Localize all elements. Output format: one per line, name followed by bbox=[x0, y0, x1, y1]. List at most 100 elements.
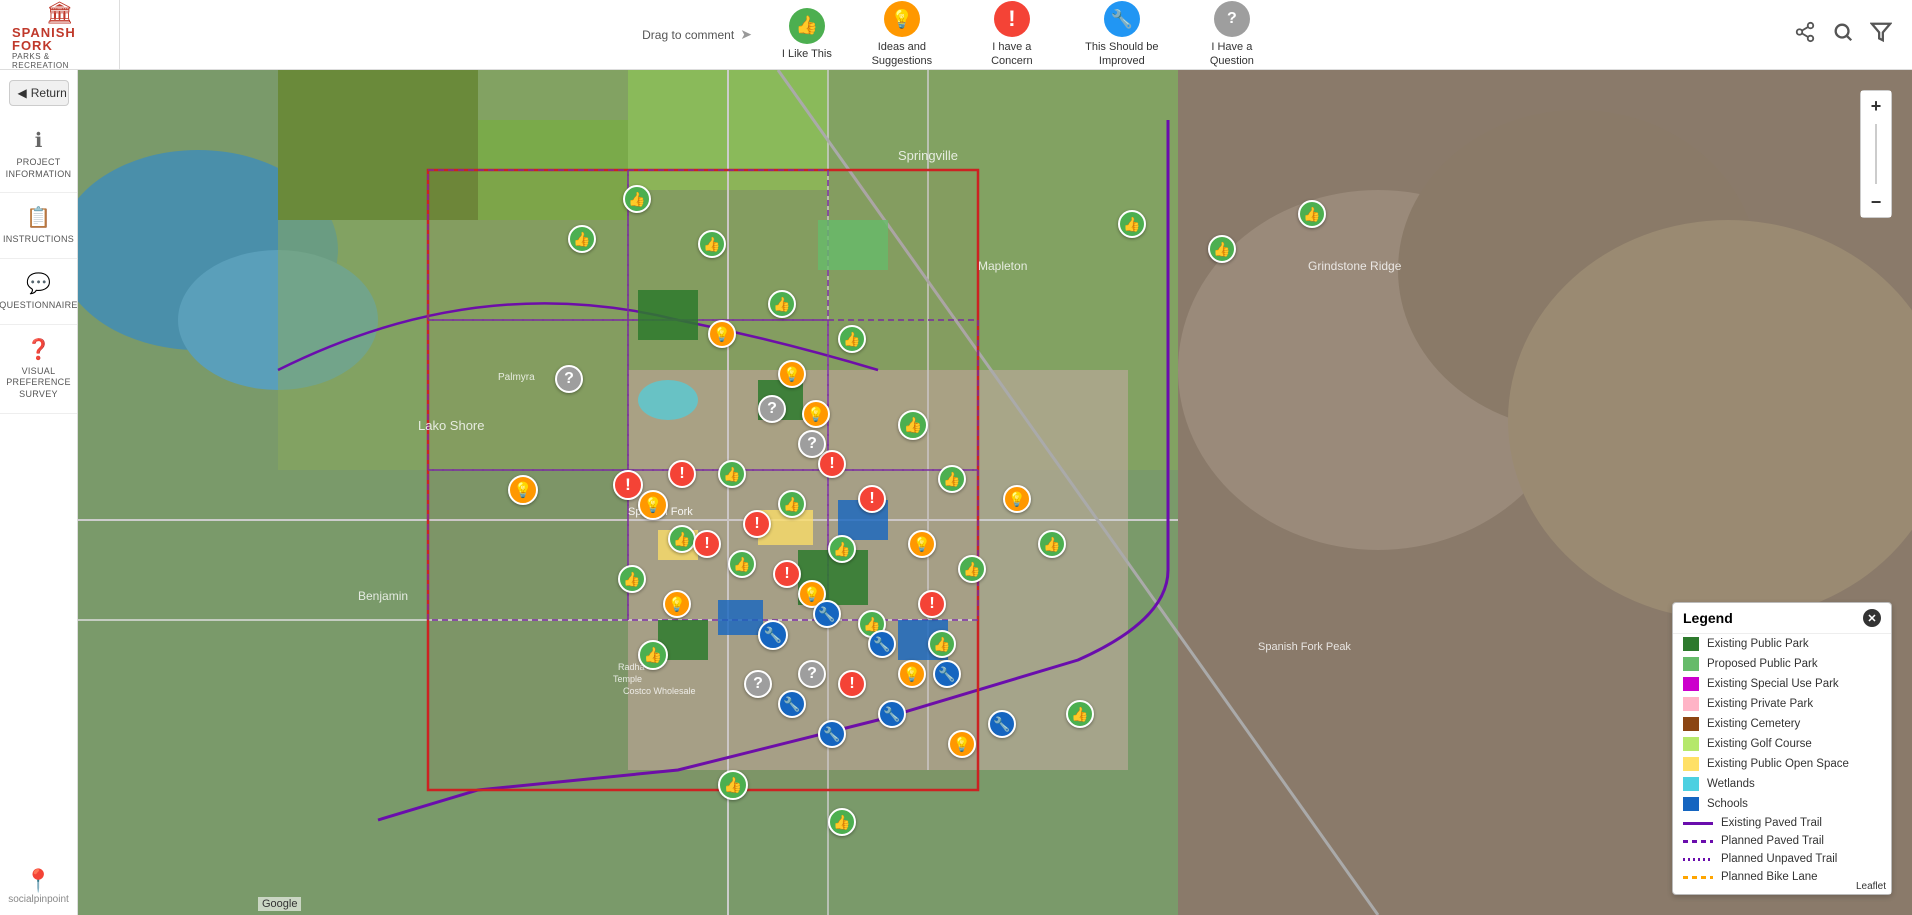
leaflet-credit: Leaflet bbox=[1851, 879, 1891, 894]
map-pin-gray-4[interactable]: ? bbox=[744, 670, 772, 698]
map-pin-orange-4[interactable]: 💡 bbox=[802, 400, 830, 428]
left-sidebar: ◀ Return ℹ PROJECT INFORMATION 📋 INSTRUC… bbox=[0, 70, 78, 915]
logo-area: 🏛 SPANISH FORK PARKS & RECREATION bbox=[0, 0, 120, 69]
map-pin-green-2[interactable]: 👍 bbox=[623, 185, 651, 213]
map-pin-blue-6[interactable]: 🔧 bbox=[878, 700, 906, 728]
map-pin-blue-4[interactable]: 🔧 bbox=[778, 690, 806, 718]
return-arrow-icon: ◀ bbox=[18, 86, 27, 100]
map-pin-gray-5[interactable]: ? bbox=[798, 660, 826, 688]
sidebar-item-project-information[interactable]: ℹ PROJECT INFORMATION bbox=[0, 116, 77, 193]
sidebar-item-instructions[interactable]: 📋 INSTRUCTIONS bbox=[0, 193, 77, 259]
map-pin-green-15[interactable]: 👍 bbox=[638, 640, 668, 670]
legend-title: Legend bbox=[1683, 610, 1733, 626]
map-pin-green-11[interactable]: 👍 bbox=[828, 535, 856, 563]
map-pin-blue-5[interactable]: 🔧 bbox=[818, 720, 846, 748]
map-pin-blue-3[interactable]: 🔧 bbox=[868, 630, 896, 658]
map-pin-green-18[interactable]: 👍 bbox=[1066, 700, 1094, 728]
map-pin-green-5[interactable]: 👍 bbox=[838, 325, 866, 353]
map-pin-red-9[interactable]: ! bbox=[918, 590, 946, 618]
legend-color-schools bbox=[1683, 797, 1699, 811]
tool-ideas-suggestions[interactable]: 💡 Ideas and Suggestions bbox=[862, 1, 942, 67]
legend-item-existing-public-park: Existing Public Park bbox=[1673, 634, 1891, 654]
map-pin-orange-10[interactable]: 💡 bbox=[898, 660, 926, 688]
map-pin-green-1[interactable]: 👍 bbox=[568, 225, 596, 253]
map-pin-green-22[interactable]: 👍 bbox=[718, 770, 748, 800]
map-pin-gray-1[interactable]: ? bbox=[555, 365, 583, 393]
map-pin-red-4[interactable]: ! bbox=[693, 530, 721, 558]
map-pin-blue-2[interactable]: 🔧 bbox=[813, 600, 841, 628]
map-pin-red-1[interactable]: ! bbox=[613, 470, 643, 500]
drag-to-comment: Drag to comment ➤ bbox=[642, 26, 752, 43]
social-pinpoint-logo: 📍 bbox=[8, 868, 69, 894]
map-pin-green-7[interactable]: 👍 bbox=[718, 460, 746, 488]
logo-icon: 🏛 bbox=[46, 0, 74, 26]
legend-item-proposed-public-park: Proposed Public Park bbox=[1673, 654, 1891, 674]
search-icon[interactable] bbox=[1832, 21, 1854, 49]
zoom-out-button[interactable]: − bbox=[1861, 187, 1891, 217]
map-pin-green-17[interactable]: 👍 bbox=[1038, 530, 1066, 558]
map-pin-green-10[interactable]: 👍 bbox=[728, 550, 756, 578]
map-pin-blue-7[interactable]: 🔧 bbox=[933, 660, 961, 688]
toolbar: Drag to comment ➤ 👍 I Like This 💡 Ideas … bbox=[120, 1, 1794, 67]
map-pin-green-13[interactable]: 👍 bbox=[958, 555, 986, 583]
map-pin-blue-8[interactable]: 🔧 bbox=[988, 710, 1016, 738]
map-pin-orange-2[interactable]: 💡 bbox=[708, 320, 736, 348]
legend-line-planned-paved-trail bbox=[1683, 840, 1713, 843]
tool-improve[interactable]: 🔧 This Should be Improved bbox=[1082, 1, 1162, 67]
logo-text-sub: PARKS & RECREATION bbox=[12, 52, 107, 70]
legend: Legend ✕ Existing Public Park Proposed P… bbox=[1672, 602, 1892, 895]
svg-text:Lako Shore: Lako Shore bbox=[418, 418, 485, 433]
zoom-in-button[interactable]: + bbox=[1861, 91, 1891, 121]
legend-color-existing-public-park bbox=[1683, 637, 1699, 651]
legend-item-existing-paved-trail: Existing Paved Trail bbox=[1673, 814, 1891, 832]
legend-close-button[interactable]: ✕ bbox=[1863, 609, 1881, 627]
map-pin-orange-6[interactable]: 💡 bbox=[663, 590, 691, 618]
share-icon[interactable] bbox=[1794, 21, 1816, 48]
legend-header: Legend ✕ bbox=[1673, 603, 1891, 634]
tool-concern[interactable]: ! I have a Concern bbox=[972, 1, 1052, 67]
map-pin-orange-11[interactable]: 💡 bbox=[948, 730, 976, 758]
map-pin-green-20[interactable]: 👍 bbox=[1208, 235, 1236, 263]
sidebar-item-visual-preference[interactable]: ❓ VISUAL PREFERENCE SURVEY bbox=[0, 325, 77, 414]
map-pin-blue-1[interactable]: 🔧 bbox=[758, 620, 788, 650]
legend-item-planned-unpaved-trail: Planned Unpaved Trail bbox=[1673, 850, 1891, 868]
map-pin-red-2[interactable]: ! bbox=[668, 460, 696, 488]
svg-text:Palmyra: Palmyra bbox=[498, 372, 535, 383]
map-pin-orange-8[interactable]: 💡 bbox=[908, 530, 936, 558]
filter-icon[interactable] bbox=[1870, 21, 1892, 49]
map-pin-red-3[interactable]: ! bbox=[743, 510, 771, 538]
info-icon: ℹ bbox=[35, 128, 43, 153]
return-button[interactable]: ◀ Return bbox=[9, 80, 69, 106]
map-pin-green-19[interactable]: 👍 bbox=[1118, 210, 1146, 238]
svg-text:Benjamin: Benjamin bbox=[358, 589, 408, 603]
map-pin-orange-1[interactable]: 💡 bbox=[508, 475, 538, 505]
map-pin-green-24[interactable]: 👍 bbox=[618, 565, 646, 593]
map-pin-green-8[interactable]: 👍 bbox=[778, 490, 806, 518]
map-pin-red-8[interactable]: ! bbox=[838, 670, 866, 698]
svg-text:Costco Wholesale: Costco Wholesale bbox=[623, 686, 696, 696]
header: 🏛 SPANISH FORK PARKS & RECREATION Drag t… bbox=[0, 0, 1912, 70]
map-pin-red-7[interactable]: ! bbox=[773, 560, 801, 588]
map-pin-orange-3[interactable]: 💡 bbox=[778, 360, 806, 388]
map-pin-orange-9[interactable]: 💡 bbox=[1003, 485, 1031, 513]
map-area[interactable]: Lako Shore Spanish Fork Benjamin Mapleto… bbox=[78, 70, 1912, 915]
map-pin-green-16[interactable]: 👍 bbox=[928, 630, 956, 658]
sidebar-item-questionnaire[interactable]: 💬 QUESTIONNAIRE bbox=[0, 259, 77, 325]
map-pin-green-3[interactable]: 👍 bbox=[698, 230, 726, 258]
legend-color-existing-public-open-space bbox=[1683, 757, 1699, 771]
map-pin-gray-2[interactable]: ? bbox=[758, 395, 786, 423]
map-pin-green-4[interactable]: 👍 bbox=[768, 290, 796, 318]
legend-color-existing-special-use-park bbox=[1683, 677, 1699, 691]
legend-item-existing-cemetery: Existing Cemetery bbox=[1673, 714, 1891, 734]
map-pin-gray-3[interactable]: ? bbox=[798, 430, 826, 458]
legend-color-wetlands bbox=[1683, 777, 1699, 791]
map-pin-green-6[interactable]: 👍 bbox=[898, 410, 928, 440]
map-pin-green-21[interactable]: 👍 bbox=[1298, 200, 1326, 228]
tool-i-like-this[interactable]: 👍 I Like This bbox=[782, 8, 832, 61]
map-pin-green-9[interactable]: 👍 bbox=[668, 525, 696, 553]
map-pin-green-23[interactable]: 👍 bbox=[828, 808, 856, 836]
map-pin-red-6[interactable]: ! bbox=[858, 485, 886, 513]
legend-line-planned-unpaved-trail bbox=[1683, 858, 1713, 861]
tool-question[interactable]: ? I Have a Question bbox=[1192, 1, 1272, 67]
map-pin-green-12[interactable]: 👍 bbox=[938, 465, 966, 493]
